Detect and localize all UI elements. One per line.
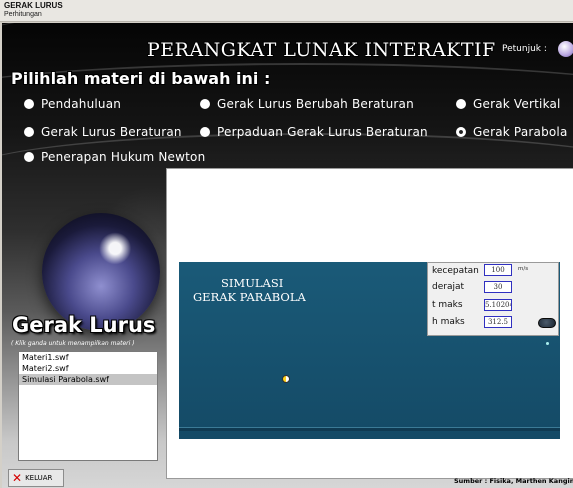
simulation-title-line1: SIMULASI [221,276,284,290]
radio-label: Pendahuluan [41,97,122,111]
list-item-selected[interactable]: Simulasi Parabola.swf [19,374,157,385]
radio-glb[interactable]: Gerak Lurus Beraturan [24,125,182,139]
radio-dot[interactable] [200,99,210,109]
radio-label: Penerapan Hukum Newton [41,150,206,164]
exit-label: KELUAR [25,474,53,482]
param-label-derajat: derajat [432,282,465,292]
radio-label: Gerak Lurus Berubah Beraturan [217,97,414,111]
radio-label: Gerak Lurus Beraturan [41,125,182,139]
radio-pendahuluan[interactable]: Pendahuluan [24,97,121,111]
ground-line [179,427,560,431]
param-label-t-maks: t maks [432,300,463,310]
simulation-title: SIMULASI GERAK PARABOLA [193,276,306,304]
radio-dot[interactable] [200,127,210,137]
menu-perhitungan[interactable]: Perhitungan [4,11,42,18]
source-credit: Sumber : Fisika, Marthen Kanginan [454,477,573,485]
radio-dot[interactable] [24,99,34,109]
radio-hukum-newton[interactable]: Penerapan Hukum Newton [24,150,205,164]
marker-dot [546,342,549,345]
app-title: PERANGKAT LUNAK INTERAKTIF [147,39,496,61]
radio-perpaduan-glb[interactable]: Perpaduan Gerak Lurus Beraturan [200,125,428,139]
radio-dot[interactable] [456,127,466,137]
simulation-title-line2: GERAK PARABOLA [193,290,306,304]
window-titlebar: GERAK LURUS Perhitungan [0,0,573,22]
close-icon: ✕ [12,471,23,485]
list-item[interactable]: Materi1.swf [19,352,157,363]
list-item[interactable]: Materi2.swf [19,363,157,374]
exit-button[interactable]: ✕ KELUAR [8,469,64,487]
app-canvas: PERANGKAT LUNAK INTERAKTIF Petunjuk : Pi… [2,23,573,488]
projectile-ball [282,375,290,383]
radio-label: Perpaduan Gerak Lurus Beraturan [217,125,428,139]
help-icon[interactable] [558,41,573,57]
radio-dot[interactable] [24,127,34,137]
help-label: Petunjuk : [502,44,547,54]
simulation-area: SIMULASI GERAK PARABOLA kecepatan 100 m/… [179,262,560,439]
param-label-h-maks: h maks [432,317,465,327]
param-label-kecepatan: kecepatan [432,266,479,276]
velocity-unit: m/s [518,266,529,272]
radio-glbb[interactable]: Gerak Lurus Berubah Beraturan [200,97,414,111]
parameter-box: kecepatan 100 m/s derajat 30 t maks 5.10… [427,262,559,336]
file-list[interactable]: Materi1.swf Materi2.swf Simulasi Parabol… [18,351,158,461]
material-prompt: Pilihlah materi di bawah ini : [11,69,271,88]
list-hint: ( Klik ganda untuk menampilkan materi ) [11,340,135,347]
angle-field[interactable]: 30 [484,281,512,293]
brand-title: Gerak Lurus [12,313,156,337]
t-max-field: 5.102040 [484,299,512,311]
radio-label: Gerak Vertikal [473,97,561,111]
velocity-field[interactable]: 100 [484,264,512,276]
radio-label: Gerak Parabola [473,125,568,139]
window-title: GERAK LURUS [4,1,63,10]
radio-gerak-vertikal[interactable]: Gerak Vertikal [456,97,561,111]
h-max-field: 312.5 [484,316,512,328]
content-panel: SIMULASI GERAK PARABOLA kecepatan 100 m/… [166,168,573,479]
launch-button[interactable] [538,318,556,328]
radio-dot[interactable] [24,152,34,162]
radio-dot[interactable] [456,99,466,109]
radio-gerak-parabola[interactable]: Gerak Parabola [456,125,568,139]
